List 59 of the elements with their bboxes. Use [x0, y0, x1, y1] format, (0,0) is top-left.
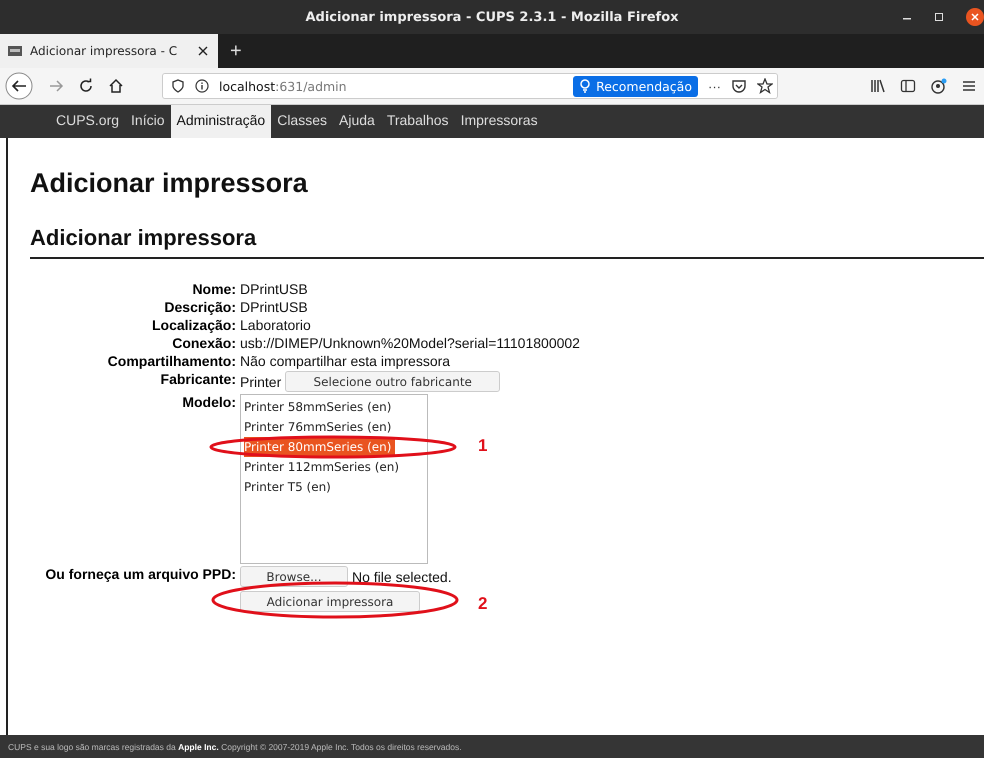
- choose-manufacturer-button[interactable]: Selecione outro fabricante: [285, 371, 500, 392]
- recommendation-button[interactable]: Recomendação: [573, 76, 698, 96]
- add-printer-button[interactable]: Adicionar impressora: [240, 591, 420, 612]
- field-label: Fabricante:: [160, 371, 236, 389]
- account-icon[interactable]: [930, 77, 948, 95]
- nav-link[interactable]: Início: [125, 105, 170, 138]
- tab-title: Adicionar impressora - C: [30, 44, 178, 58]
- url-text: localhost:631/admin: [219, 78, 347, 94]
- forward-icon[interactable]: [48, 78, 64, 94]
- reload-icon[interactable]: [78, 78, 94, 94]
- nav-link[interactable]: CUPS.org: [50, 105, 126, 138]
- model-option[interactable]: Printer 58mmSeries (en): [244, 397, 396, 417]
- model-option[interactable]: Printer 112mmSeries (en): [244, 457, 404, 477]
- model-option[interactable]: Printer 76mmSeries (en): [244, 417, 396, 437]
- new-tab-button[interactable]: +: [218, 34, 254, 68]
- library-icon[interactable]: [870, 78, 886, 94]
- nav-link[interactable]: Administração: [170, 105, 272, 138]
- field-label: Ou forneça um arquivo PPD:: [44, 566, 236, 584]
- field-label: Modelo:: [181, 394, 236, 412]
- nav-link[interactable]: Impressoras: [454, 105, 544, 138]
- close-icon[interactable]: [198, 46, 208, 56]
- field-value: DPrintUSB: [240, 299, 309, 315]
- field-value: Laboratorio: [240, 317, 312, 333]
- info-icon: [195, 79, 209, 93]
- field-label: Nome:: [191, 281, 236, 297]
- file-status: No file selected.: [352, 568, 452, 584]
- sidebar-icon[interactable]: [900, 78, 916, 94]
- page-heading: Adicionar impressora: [30, 168, 309, 199]
- shield-icon: [171, 79, 185, 93]
- field-value: Printer: [240, 374, 282, 390]
- menu-icon[interactable]: [962, 79, 976, 93]
- nav-link[interactable]: Ajuda: [333, 105, 381, 138]
- browser-tab[interactable]: Adicionar impressora - C: [0, 34, 218, 68]
- field-label: Compartilhamento:: [106, 353, 236, 369]
- favicon-icon: [8, 46, 22, 56]
- home-icon[interactable]: [108, 78, 124, 94]
- field-label: Conexão:: [171, 335, 236, 351]
- window-title: Adicionar impressora - CUPS 2.3.1 - Mozilla Firefox: [305, 10, 679, 24]
- field-label: Localização:: [150, 317, 236, 333]
- pocket-icon[interactable]: [731, 78, 747, 94]
- lightbulb-icon: [579, 79, 592, 93]
- annotation-number: 1: [478, 436, 488, 456]
- model-option[interactable]: Printer T5 (en): [244, 477, 335, 497]
- nav-link[interactable]: Classes: [271, 105, 333, 138]
- section-heading: Adicionar impressora: [30, 225, 984, 259]
- annotation-number: 2: [478, 594, 488, 614]
- field-value: DPrintUSB: [240, 281, 309, 297]
- model-list[interactable]: Printer 58mmSeries (en) Printer 76mmSeries (en) Printer 80mmSeries (en) Printer 112mmSeries (en) Printer T5 (en): [240, 394, 428, 564]
- star-icon[interactable]: [757, 78, 773, 94]
- copyright-text: CUPS e sua logo são marcas registradas da Apple Inc. Copyright © 2007-2019 Apple Inc. Todos os direitos reservados.: [8, 742, 462, 752]
- field-value: usb://DIMEP/Unknown%20Model?serial=11101800002: [240, 335, 581, 351]
- address-bar[interactable]: localhost:631/admin Recomendação ···: [162, 73, 778, 99]
- more-actions-button[interactable]: ···: [708, 78, 721, 94]
- nav-link[interactable]: Trabalhos: [380, 105, 455, 138]
- maximize-icon[interactable]: [934, 12, 944, 22]
- field-label: Descrição:: [163, 299, 236, 315]
- back-icon[interactable]: [4, 71, 34, 101]
- field-value: Não compartilhar esta impressora: [240, 353, 452, 369]
- close-icon[interactable]: [966, 8, 984, 26]
